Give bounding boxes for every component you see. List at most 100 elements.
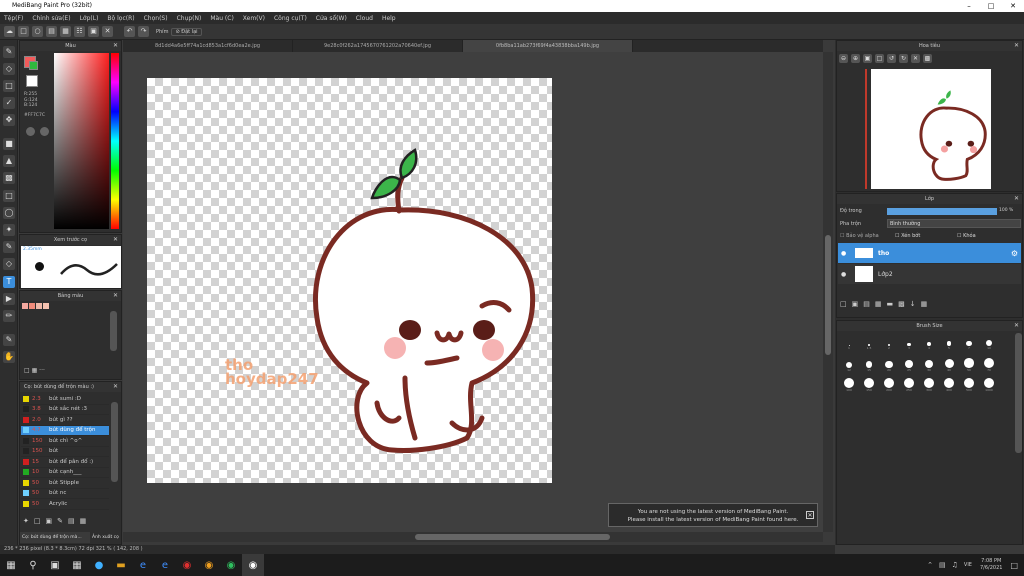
menu-item[interactable]: Màu (C) <box>210 15 233 22</box>
menu-item[interactable]: Xem(V) <box>243 15 265 22</box>
palette-mode-icon[interactable] <box>26 127 35 136</box>
brush-list-item[interactable]: 50 bút Stipple <box>21 478 109 489</box>
delete-palette-icon[interactable]: ▦ <box>32 367 38 374</box>
folder-icon[interactable]: ▬ <box>110 554 132 576</box>
palette-swatch[interactable] <box>43 303 49 309</box>
brush-size-option[interactable]: 150 <box>859 373 879 392</box>
task-view-icon[interactable]: ▣ <box>44 554 66 576</box>
new-halftone-layer-icon[interactable]: ▣ <box>852 300 859 308</box>
new-brush-icon[interactable]: □ <box>34 517 41 525</box>
layer-folder-icon[interactable]: ▬ <box>887 300 894 308</box>
reset-view-icon[interactable]: ✕ <box>911 54 920 63</box>
grid-icon[interactable]: ☷ <box>74 26 85 37</box>
white-swatch[interactable] <box>26 75 38 87</box>
tab-brush[interactable]: Cọ: bút dùng để trộn mà... <box>20 532 90 543</box>
close-file-icon[interactable]: ✕ <box>102 26 113 37</box>
panel-close-icon[interactable]: ✕ <box>1014 41 1019 51</box>
brush-size-option[interactable]: 12 <box>839 355 859 373</box>
menu-item[interactable]: Help <box>382 15 396 22</box>
brush-size-option[interactable]: 300 <box>919 373 939 392</box>
app-icon[interactable]: ◉ <box>220 554 242 576</box>
operation-tool-icon[interactable]: ▶ <box>3 293 15 305</box>
brush-list-item[interactable]: 150 bút <box>21 447 109 457</box>
brush-size-option[interactable]: 1000 <box>979 373 999 392</box>
add-brush-icon[interactable]: ✦ <box>23 517 29 525</box>
merge-down-icon[interactable]: ↓ <box>910 300 916 308</box>
panel-close-icon[interactable]: ✕ <box>1014 321 1019 331</box>
panel-close-icon[interactable]: ✕ <box>1014 194 1019 204</box>
brush-menu-icon[interactable]: ▣ <box>46 517 53 525</box>
panel-close-icon[interactable]: ✕ <box>113 235 118 245</box>
background-color-swatch[interactable] <box>29 61 38 70</box>
delete-layer-icon[interactable]: ▦ <box>921 300 928 308</box>
eyedropper-tool-icon[interactable]: ✏ <box>3 310 15 322</box>
horizontal-scrollbar[interactable] <box>123 532 823 542</box>
brush-size-option[interactable]: 25 <box>899 354 919 372</box>
vertical-scrollbar[interactable] <box>823 52 833 532</box>
select-tool-icon[interactable]: ✓ <box>3 97 15 109</box>
layer-settings-icon[interactable]: ⚙ <box>1011 249 1018 258</box>
layer-visibility-icon[interactable]: ● <box>841 250 849 257</box>
lock-checkbox[interactable]: ☐ Khóa <box>957 233 976 239</box>
drawing-canvas[interactable]: tho hoydap247 <box>147 78 552 483</box>
minimize-icon[interactable]: – <box>958 0 980 12</box>
panel-close-icon[interactable]: ✕ <box>113 291 118 301</box>
brush-folder-icon[interactable]: ▤ <box>68 517 75 525</box>
medibang-taskbar-icon[interactable]: ◉ <box>242 554 264 576</box>
menu-item[interactable]: Chọn(S) <box>144 15 168 22</box>
palette-swatch[interactable] <box>36 303 42 309</box>
eyedropper-mode-icon[interactable] <box>40 127 49 136</box>
layer-icon[interactable]: ▣ <box>88 26 99 37</box>
menu-item[interactable]: Công cụ(T) <box>274 15 307 22</box>
store-icon[interactable]: ▦ <box>66 554 88 576</box>
open-icon[interactable]: ▤ <box>46 26 57 37</box>
new-file-icon[interactable]: □ <box>18 26 29 37</box>
actual-size-icon[interactable]: □ <box>875 54 884 63</box>
brush-size-option[interactable]: 3 <box>899 334 919 352</box>
marquee-tool-icon[interactable]: □ <box>3 190 15 202</box>
network-icon[interactable]: ▤ <box>939 561 946 569</box>
close-icon[interactable]: ✕ <box>1002 0 1024 12</box>
rect-tool-icon[interactable]: □ <box>3 80 15 92</box>
brush-size-option[interactable]: 2 <box>879 335 899 353</box>
volume-icon[interactable]: ♫ <box>952 561 958 569</box>
reset-button[interactable]: ⊘ Đặt lại <box>171 27 202 36</box>
chat-icon[interactable]: ○ <box>32 26 43 37</box>
layer-row[interactable]: ● Lớp2 <box>838 264 1021 284</box>
text-tool-icon[interactable]: T <box>3 276 15 288</box>
chrome-icon[interactable]: ◉ <box>176 554 198 576</box>
lasso-tool-icon[interactable]: ◯ <box>3 207 15 219</box>
brush-tool-icon[interactable]: ✎ <box>3 46 15 58</box>
brush-list-item[interactable]: 50 bút nc <box>21 489 109 499</box>
brush-size-option[interactable]: 50 <box>959 353 979 372</box>
brush-size-option[interactable]: 100 <box>839 373 859 392</box>
brush-size-option[interactable]: 5 <box>939 334 959 352</box>
fill-shape-tool-icon[interactable]: ■ <box>3 138 15 150</box>
brush-size-option[interactable]: 10 <box>979 333 999 351</box>
brush-size-option[interactable]: 400 <box>939 373 959 392</box>
palette-swatch[interactable] <box>22 303 28 309</box>
update-notice[interactable]: You are not using the latest version of … <box>608 503 818 527</box>
menu-item[interactable]: Cửa sổ(W) <box>316 15 347 22</box>
hand-tool-icon[interactable]: ✋ <box>3 351 15 363</box>
language-indicator[interactable]: VIE <box>964 562 972 568</box>
undo-icon[interactable]: ↶ <box>124 26 135 37</box>
new-layer-icon[interactable]: □ <box>840 300 847 308</box>
brush-list-scrollbar[interactable] <box>111 402 118 482</box>
hue-slider[interactable] <box>111 53 119 229</box>
select-eraser-icon[interactable]: ◇ <box>3 258 15 270</box>
menu-item[interactable]: Lớp(L) <box>80 15 99 22</box>
save-icon[interactable]: ▦ <box>60 26 71 37</box>
brush-list-item[interactable]: 10 bút cạnh___ <box>21 468 109 478</box>
brush-size-option[interactable]: 200 <box>879 373 899 392</box>
document-tab[interactable]: 8d1dd4a6e5ff74a1cd853a1cf6d0ea2e.jpg <box>123 40 293 52</box>
select-pen-icon[interactable]: ✎ <box>3 241 15 253</box>
brush-list-item[interactable]: 15 bút để pân đổ :) <box>21 457 109 468</box>
blend-mode-select[interactable]: Bình thường <box>887 219 1021 228</box>
panel-close-icon[interactable]: ✕ <box>113 382 118 392</box>
notification-icon[interactable]: □ <box>1010 561 1018 570</box>
tab-brush-export[interactable]: Ảnh xuất cọ <box>90 532 121 543</box>
brush-size-option[interactable]: 15 <box>859 355 879 373</box>
redo-icon[interactable]: ↷ <box>138 26 149 37</box>
brush-size-option[interactable]: 40 <box>939 354 959 372</box>
